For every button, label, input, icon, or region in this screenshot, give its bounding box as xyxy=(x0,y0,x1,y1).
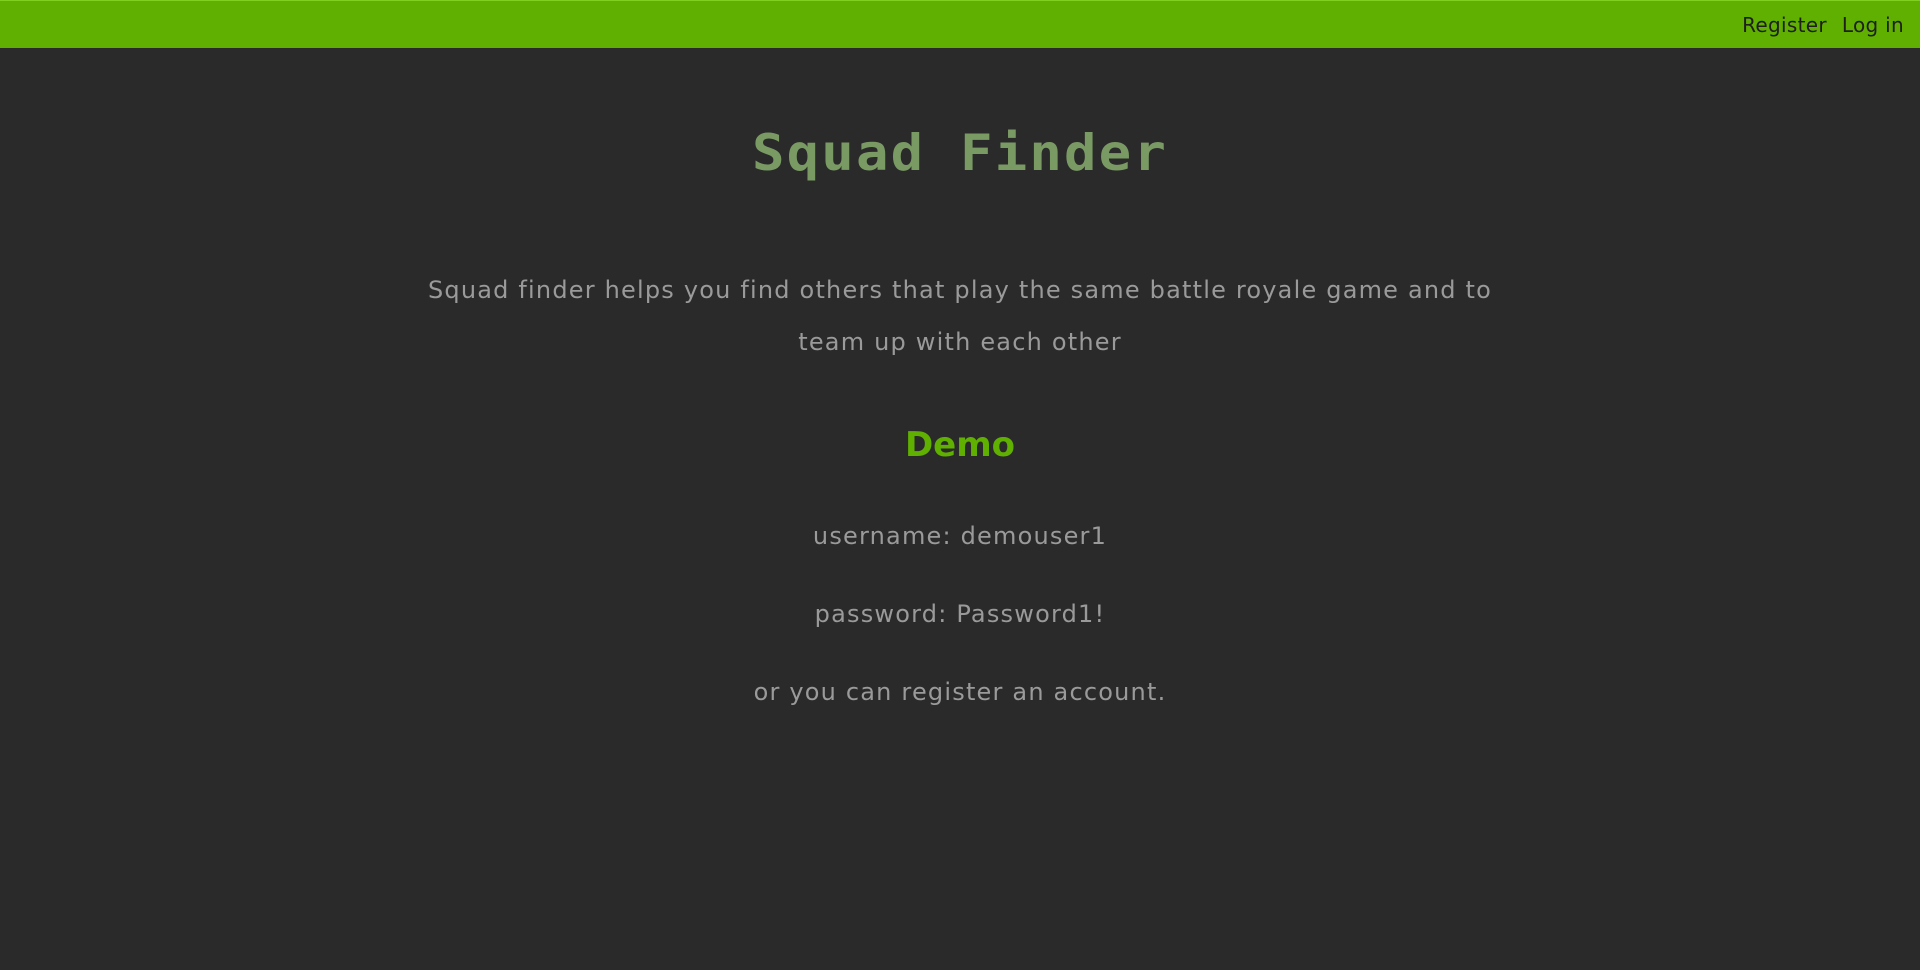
top-nav-bar: Register Log in xyxy=(0,0,1920,48)
page-title: Squad Finder xyxy=(751,124,1169,182)
demo-password-text: password: Password1! xyxy=(814,600,1106,628)
login-link[interactable]: Log in xyxy=(1842,13,1904,37)
register-link[interactable]: Register xyxy=(1742,13,1827,37)
intro-text: Squad finder helps you find others that … xyxy=(427,276,1493,356)
demo-heading: Demo xyxy=(904,425,1016,465)
demo-username-text: username: demouser1 xyxy=(812,522,1108,550)
register-note-text: or you can register an account. xyxy=(753,678,1167,706)
main-content: Squad Finder Squad finder helps you find… xyxy=(0,48,1920,970)
